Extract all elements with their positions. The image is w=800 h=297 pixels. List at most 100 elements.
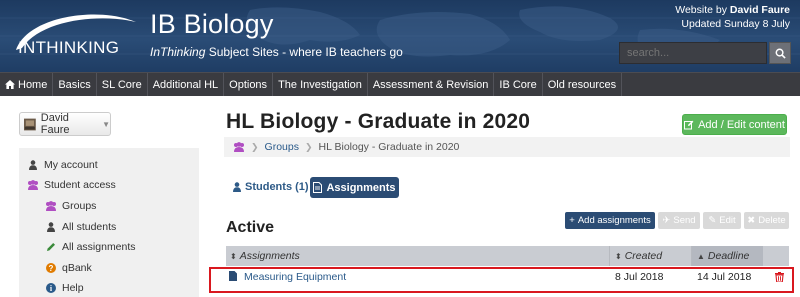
site-subtitle: InThinking Subject Sites - where IB teac…	[150, 45, 403, 59]
tab-students[interactable]: Students (1)	[226, 177, 316, 197]
home-icon	[5, 80, 15, 89]
column-divider	[609, 246, 610, 266]
plus-icon: +	[569, 215, 575, 226]
sidebar-item-groups[interactable]: Groups	[45, 200, 96, 212]
sidebar-item-label: All students	[62, 221, 117, 233]
add-assignments-label: Add assignments	[577, 215, 651, 226]
sidebar-item-student-access[interactable]: Student access	[27, 179, 116, 191]
column-divider	[691, 246, 692, 266]
users-icon	[27, 180, 39, 190]
close-icon: ✖	[747, 215, 756, 226]
trash-icon[interactable]	[775, 272, 784, 285]
edit-label: Edit	[719, 215, 736, 226]
assignment-created: 8 Jul 2018	[615, 271, 664, 283]
document-icon	[229, 271, 237, 281]
sort-icon: ⬍	[230, 251, 237, 261]
users-icon[interactable]	[233, 142, 245, 152]
column-header-deadline[interactable]: ▲ Deadline	[697, 246, 749, 266]
nav-options[interactable]: Options	[224, 73, 274, 96]
sidebar-item-my-account[interactable]: My account	[27, 159, 98, 171]
sidebar: My account Student access Groups All stu…	[19, 148, 199, 297]
add-edit-label: Add / Edit content	[698, 118, 785, 131]
tab-assignments-label: Assignments	[326, 181, 396, 194]
chevron-right-icon: ❯	[251, 141, 259, 152]
chevron-down-icon: ▼	[102, 119, 110, 129]
page-title: HL Biology - Graduate in 2020	[226, 110, 531, 133]
edit-icon: ✎	[708, 215, 717, 226]
search-input[interactable]	[619, 42, 767, 64]
pencil-icon	[45, 242, 57, 252]
nav-sl-core[interactable]: SL Core	[97, 73, 148, 96]
info-icon: i	[45, 283, 57, 293]
site-title[interactable]: IB Biology	[150, 9, 274, 40]
website-by-prefix: Website by	[675, 4, 730, 16]
nav-basics[interactable]: Basics	[53, 73, 97, 96]
users-icon	[45, 201, 57, 211]
edit-button[interactable]: ✎ Edit	[703, 212, 741, 229]
add-edit-content-button[interactable]: Add / Edit content	[682, 114, 787, 135]
nav-old-resources[interactable]: Old resources	[543, 73, 623, 96]
sidebar-item-label: Student access	[44, 179, 116, 191]
nav-home[interactable]: Home	[0, 73, 54, 96]
breadcrumb-current: HL Biology - Graduate in 2020	[318, 141, 460, 153]
question-icon: ?	[45, 263, 57, 273]
nav-home-label: Home	[18, 78, 48, 91]
column-label: Deadline	[707, 250, 750, 262]
table-header: ⬍ Assignments ⬍ Created ▲ Deadline	[226, 246, 789, 266]
tab-assignments[interactable]: Assignments	[310, 177, 399, 198]
document-icon	[313, 182, 323, 193]
breadcrumb-groups[interactable]: Groups	[265, 141, 299, 153]
column-label: Created	[624, 250, 663, 262]
breadcrumb: ❯ Groups ❯ HL Biology - Graduate in 2020	[224, 137, 790, 157]
search-button[interactable]	[769, 42, 791, 64]
sidebar-item-help[interactable]: i Help	[45, 282, 84, 294]
main-nav: Home Basics SL Core Additional HL Option…	[0, 72, 800, 96]
user-name: David Faure	[40, 112, 70, 136]
delete-button[interactable]: ✖ Delete	[744, 212, 789, 229]
subtitle-rest: Subject Sites - where IB teachers go	[205, 45, 403, 59]
site-credits: Website by David Faure Updated Sunday 8 …	[675, 3, 790, 31]
header-banner: INTHINKING IB Biology InThinking Subject…	[0, 0, 800, 72]
column-label: Assignments	[239, 250, 300, 262]
add-assignments-button[interactable]: + Add assignments	[565, 212, 655, 229]
assignment-name-link[interactable]: Measuring Equipment	[244, 271, 346, 283]
sidebar-item-label: My account	[44, 159, 98, 171]
user-icon	[233, 182, 241, 192]
send-label: Send	[673, 215, 696, 226]
user-icon	[45, 222, 57, 232]
sidebar-item-qbank[interactable]: ? qBank	[45, 262, 92, 274]
column-header-assignments[interactable]: ⬍ Assignments	[230, 246, 300, 266]
logo-text: INTHINKING	[18, 38, 120, 57]
column-header-created[interactable]: ⬍ Created	[615, 246, 662, 266]
sidebar-item-label: qBank	[62, 262, 92, 274]
sort-icon: ⬍	[615, 251, 622, 261]
send-button[interactable]: ✈ Send	[658, 212, 700, 229]
assignment-deadline: 14 Jul 2018	[697, 271, 752, 283]
delete-label: Delete	[758, 215, 786, 226]
tab-students-label: Students (1)	[245, 181, 309, 193]
sort-ascending-icon: ▲	[697, 251, 705, 261]
avatar	[24, 118, 36, 130]
nav-the-investigation[interactable]: The Investigation	[273, 73, 368, 96]
inthinking-logo[interactable]: INTHINKING	[8, 8, 138, 64]
nav-ib-core[interactable]: IB Core	[494, 73, 543, 96]
updated-date: Updated Sunday 8 July	[681, 18, 790, 30]
sidebar-item-label: All assignments	[62, 241, 136, 253]
website-by-name[interactable]: David Faure	[730, 4, 790, 16]
edit-icon	[684, 120, 694, 129]
search-icon	[775, 48, 786, 59]
sidebar-item-label: Help	[62, 282, 84, 294]
section-heading-active: Active	[226, 219, 275, 236]
sidebar-item-all-students[interactable]: All students	[45, 221, 116, 233]
row-document-icon	[229, 271, 237, 284]
subtitle-brand: InThinking	[150, 45, 206, 59]
user-menu-button[interactable]: David Faure ▼	[19, 112, 111, 136]
user-icon	[27, 160, 39, 170]
sidebar-item-label: Groups	[62, 200, 97, 212]
svg-text:?: ?	[49, 264, 54, 273]
chevron-right-icon: ❯	[304, 141, 313, 152]
nav-additional-hl[interactable]: Additional HL	[148, 73, 225, 96]
send-icon: ✈	[662, 215, 671, 226]
nav-assessment-revision[interactable]: Assessment & Revision	[368, 73, 495, 96]
sidebar-item-all-assignments[interactable]: All assignments	[45, 241, 136, 253]
